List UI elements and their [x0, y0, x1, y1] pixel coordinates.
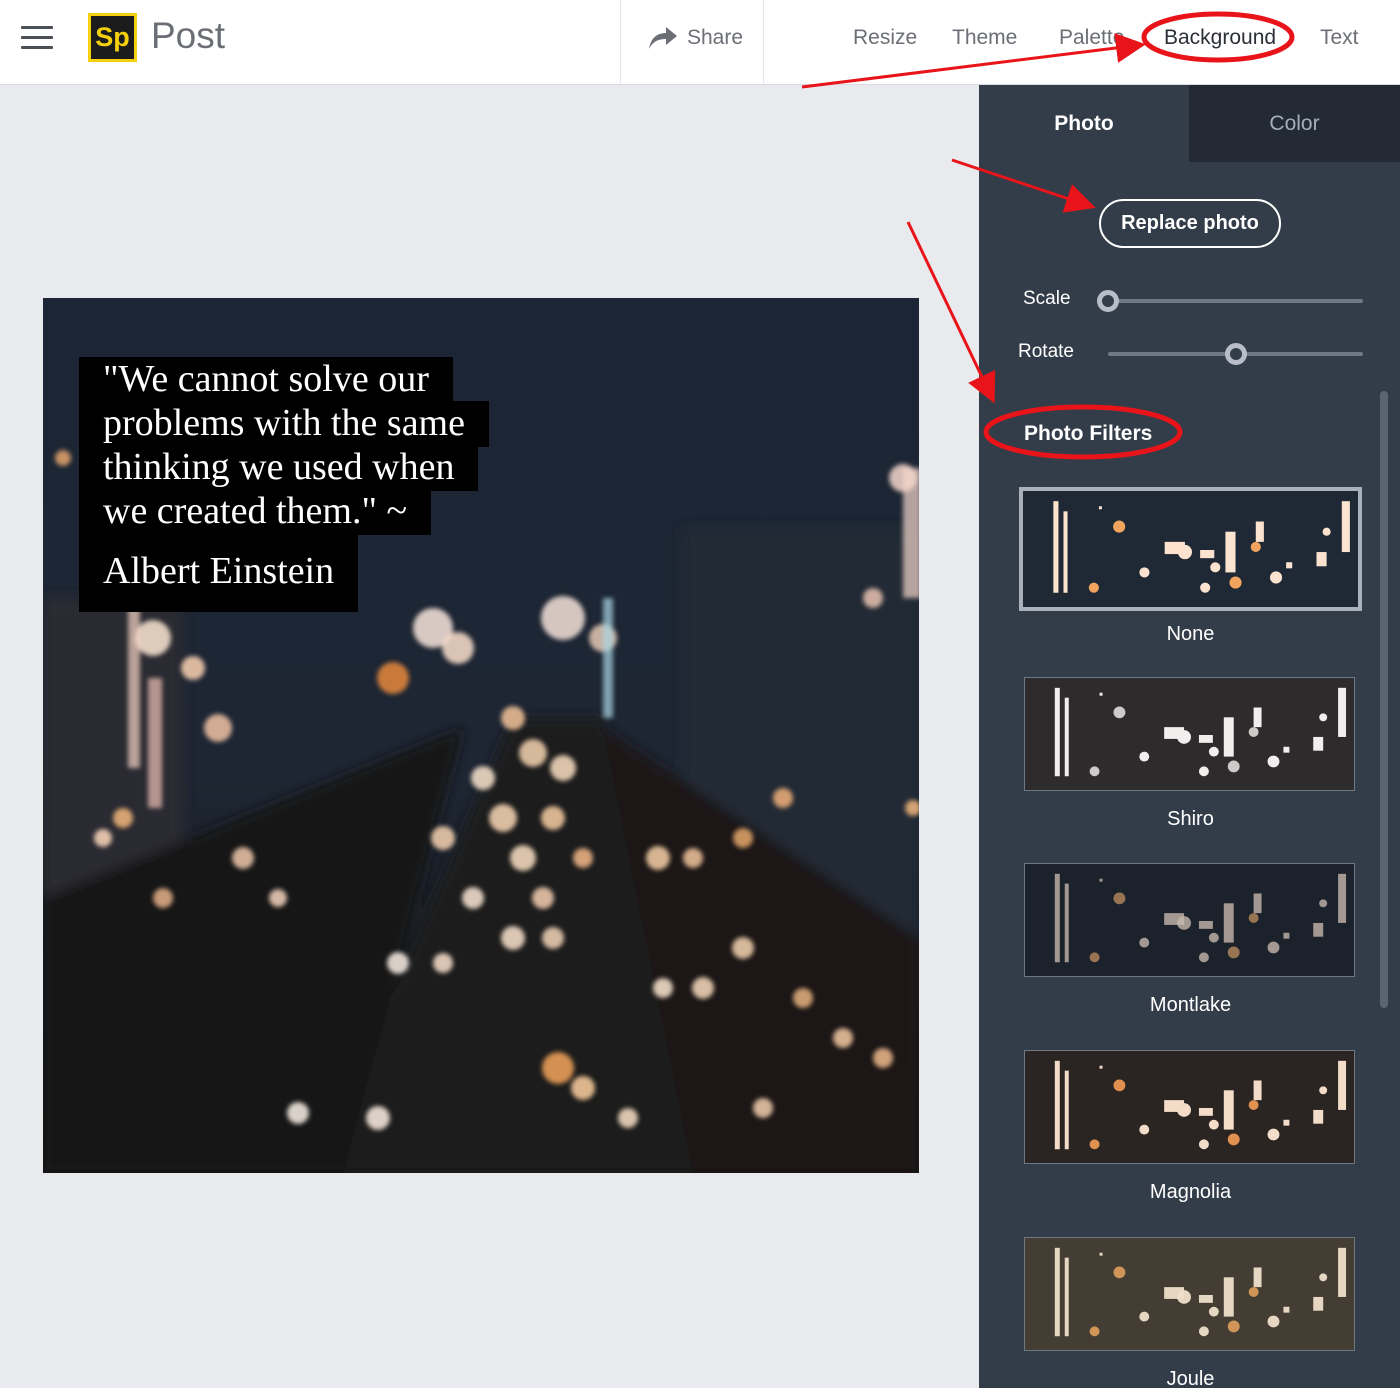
- bokeh-light: [542, 927, 564, 949]
- bokeh-light: [501, 706, 525, 730]
- bokeh-light: [541, 596, 585, 640]
- filter-joule[interactable]: Joule: [1019, 1237, 1362, 1388]
- app-title: Post: [151, 15, 226, 56]
- bokeh-light: [692, 977, 714, 999]
- replace-photo-button[interactable]: Replace photo: [1099, 199, 1281, 248]
- bokeh-light: [489, 804, 517, 832]
- share-arrow-icon: [649, 27, 677, 49]
- filter-label: Shiro: [1167, 808, 1214, 830]
- bokeh-light: [462, 887, 484, 909]
- bokeh-light: [442, 632, 474, 664]
- filter-thumbnail: [1019, 487, 1362, 611]
- bokeh-light: [181, 656, 205, 680]
- bokeh-light: [55, 450, 71, 466]
- nav-theme[interactable]: Theme: [952, 26, 1017, 50]
- hamburger-menu-icon[interactable]: [21, 26, 53, 50]
- bokeh-light: [287, 1102, 309, 1124]
- bokeh-light: [471, 766, 495, 790]
- filter-shiro[interactable]: Shiro: [1019, 677, 1362, 837]
- bokeh-light: [135, 620, 171, 656]
- bokeh-light: [646, 846, 670, 870]
- bokeh-light: [550, 755, 576, 781]
- bokeh-light: [683, 848, 703, 868]
- scale-label: Scale: [1023, 288, 1071, 309]
- filter-thumbnail: [1024, 1050, 1355, 1164]
- nav-palette[interactable]: Palette: [1059, 26, 1124, 50]
- bokeh-light: [510, 845, 536, 871]
- filter-label: Montlake: [1149, 994, 1232, 1016]
- quote-line[interactable]: thinking we used when: [79, 445, 479, 491]
- bokeh-light: [94, 829, 112, 847]
- bokeh-light: [431, 826, 455, 850]
- bokeh-light-strip: [603, 598, 613, 718]
- scale-slider-knob[interactable]: [1097, 290, 1119, 312]
- bokeh-light: [873, 1048, 893, 1068]
- bokeh-light: [573, 848, 593, 868]
- bokeh-light: [377, 662, 409, 694]
- bokeh-light: [501, 926, 525, 950]
- filter-label: Joule: [1166, 1368, 1215, 1388]
- quote-line[interactable]: "We cannot solve our: [79, 357, 453, 403]
- panel-scrollbar[interactable]: [1380, 391, 1388, 1008]
- bokeh-light: [863, 588, 883, 608]
- photo-filters-heading: Photo Filters: [1024, 422, 1153, 445]
- bokeh-light: [732, 937, 754, 959]
- filter-thumbnail: [1024, 863, 1355, 977]
- bokeh-light-strip: [903, 468, 919, 598]
- bokeh-light: [366, 1106, 390, 1130]
- filter-montlake[interactable]: Montlake: [1019, 863, 1362, 1023]
- bokeh-light: [733, 828, 753, 848]
- rotate-label: Rotate: [1018, 341, 1074, 362]
- filter-magnolia[interactable]: Magnolia: [1019, 1050, 1362, 1210]
- bokeh-light: [387, 952, 409, 974]
- bokeh-light: [519, 739, 547, 767]
- app-logo: Sp: [88, 13, 137, 62]
- filter-label: None: [1166, 623, 1215, 645]
- bokeh-light-strip: [148, 678, 162, 808]
- quote-line[interactable]: problems with the same: [79, 401, 489, 447]
- quote-line[interactable]: Albert Einstein: [79, 533, 359, 612]
- post-canvas-photo[interactable]: "We cannot solve our problems with the s…: [43, 298, 919, 1173]
- quote-line[interactable]: we created them." ~: [79, 489, 432, 535]
- filter-thumbnail: [1024, 677, 1355, 791]
- bokeh-light: [113, 808, 133, 828]
- bokeh-light: [204, 714, 232, 742]
- bokeh-light: [653, 978, 673, 998]
- filter-none[interactable]: None: [1019, 487, 1362, 652]
- bokeh-light: [793, 988, 813, 1008]
- bokeh-light: [753, 1098, 773, 1118]
- background-panel: Photo Color Replace photo Scale Rotate P…: [979, 85, 1400, 1388]
- top-bar: Sp Post Share Resize Theme Palette Backg…: [0, 0, 1400, 85]
- scale-slider-track[interactable]: [1108, 299, 1363, 303]
- tab-photo[interactable]: Photo: [979, 85, 1189, 162]
- nav-background[interactable]: Background: [1164, 26, 1276, 50]
- bokeh-light: [153, 888, 173, 908]
- filter-label: Magnolia: [1149, 1181, 1232, 1203]
- bokeh-light: [833, 1028, 853, 1048]
- share-label: Share: [687, 26, 744, 49]
- bokeh-light: [532, 887, 554, 909]
- bokeh-light: [773, 788, 793, 808]
- bokeh-light-strip: [128, 608, 140, 768]
- bokeh-light: [232, 847, 254, 869]
- bokeh-light: [542, 1052, 574, 1084]
- bokeh-light: [433, 953, 453, 973]
- bokeh-light: [541, 806, 565, 830]
- bokeh-light: [571, 1076, 595, 1100]
- filter-thumbnail: [1024, 1237, 1355, 1351]
- bokeh-light: [618, 1108, 638, 1128]
- bokeh-light: [269, 889, 287, 907]
- share-button[interactable]: Share: [620, 0, 764, 85]
- nav-text[interactable]: Text: [1320, 26, 1359, 50]
- rotate-slider-knob[interactable]: [1224, 343, 1247, 365]
- nav-resize[interactable]: Resize: [853, 26, 917, 50]
- tab-color[interactable]: Color: [1189, 85, 1400, 162]
